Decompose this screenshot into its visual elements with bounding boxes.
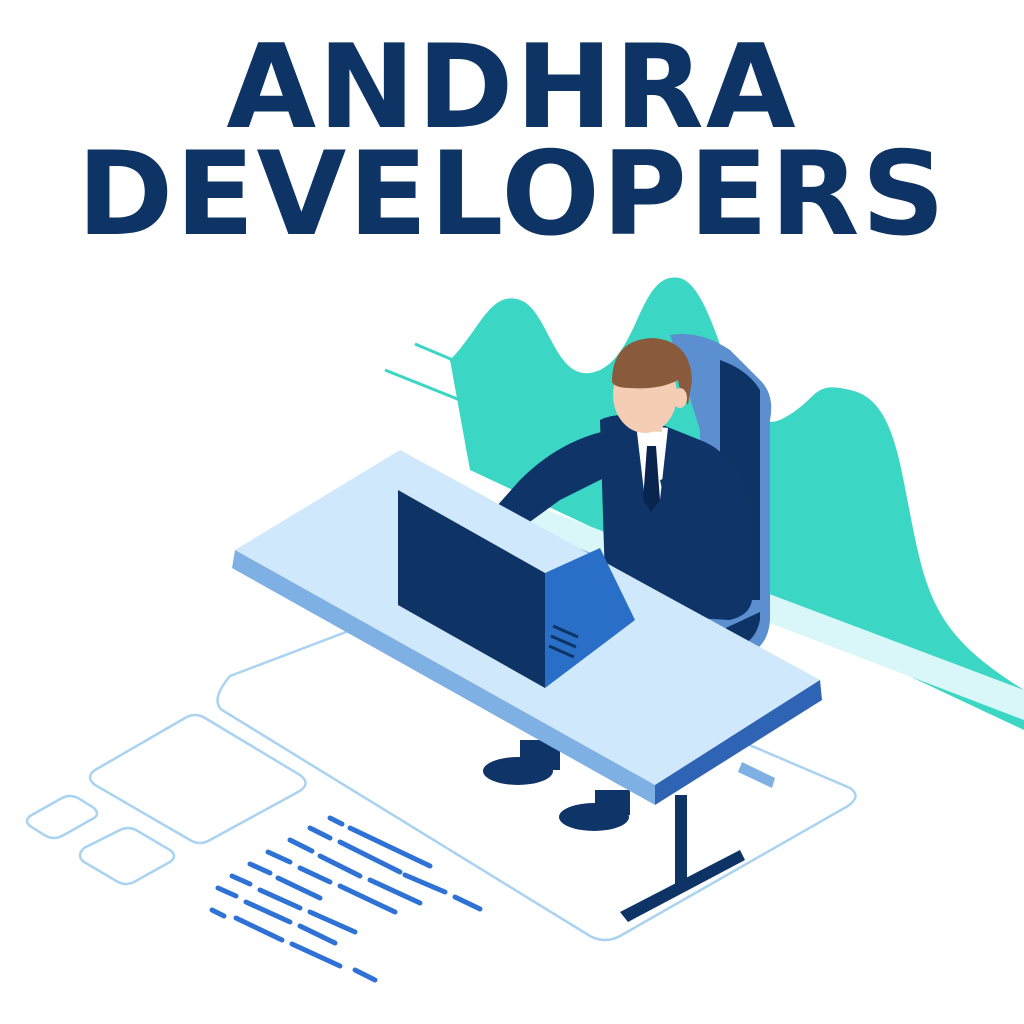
floor-panel-medium bbox=[88, 713, 307, 845]
ear bbox=[673, 388, 687, 408]
shoe-left bbox=[483, 757, 553, 785]
developer-illustration bbox=[25, 277, 1024, 983]
floor-panel-small-1 bbox=[25, 794, 99, 840]
desk-leg bbox=[675, 795, 687, 890]
shoe-right bbox=[559, 803, 629, 831]
floor-panel-small-2 bbox=[78, 826, 176, 886]
desk-crossbar bbox=[738, 762, 775, 788]
